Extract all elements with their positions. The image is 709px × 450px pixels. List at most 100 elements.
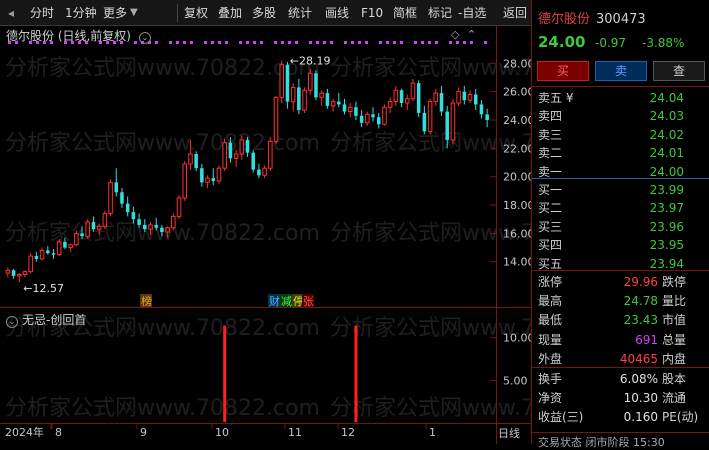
date-tick-label: 1 <box>429 426 436 439</box>
bid-price: 23.95 <box>649 238 684 253</box>
price-tick-label: 14.00 <box>503 256 531 269</box>
watermark-text: 分析家公式网www.70822.com <box>330 316 531 341</box>
watermark-text: 分析家公式网www.70822.com <box>5 56 320 81</box>
buy-button[interactable]: 买 <box>537 61 589 81</box>
toolbar-back[interactable]: 返回 <box>503 5 527 21</box>
stat-row: 外盘 40465 内盘 <box>538 351 706 367</box>
candle <box>200 163 204 187</box>
candle <box>462 86 467 105</box>
candle <box>376 112 381 129</box>
toolbar-statistics[interactable]: 统计 <box>288 5 312 21</box>
candle <box>473 88 478 111</box>
candle <box>302 87 307 113</box>
candle <box>171 213 176 231</box>
indicator-tick-label: 5.00 <box>503 374 528 387</box>
chart-title: 德尔股份 (日线,前复权) ⌄ <box>6 27 151 44</box>
signal-dot <box>253 41 256 44</box>
candle <box>257 163 261 179</box>
candle <box>371 107 375 122</box>
bid-price: 23.97 <box>649 201 684 216</box>
candle <box>479 100 484 119</box>
diamond-icon[interactable]: ◇ <box>451 28 459 41</box>
toolbar-prev-icon[interactable]: ◂ <box>8 5 14 21</box>
candle <box>216 165 222 184</box>
bid-row[interactable]: 买三 23.96 <box>538 219 698 235</box>
signal-dot <box>449 41 452 44</box>
settings-dropdown-icon[interactable]: ⌄ <box>138 32 151 44</box>
toolbar-intraday[interactable]: 分时 <box>30 5 54 21</box>
chart-title-text: 德尔股份 (日线,前复权) <box>6 29 131 43</box>
ask-row[interactable]: 卖五 ¥ 24.04 <box>538 90 698 106</box>
stock-code: 300473 <box>596 12 646 27</box>
candle <box>467 90 473 104</box>
candle <box>410 78 416 102</box>
price-axis-divider <box>496 26 497 444</box>
event-marker: 减 <box>280 294 292 308</box>
candle <box>273 95 279 145</box>
stat-label-2: 市值 <box>662 313 687 328</box>
sell-button[interactable]: 卖 <box>595 61 647 81</box>
candle <box>222 138 227 172</box>
bid-row[interactable]: 买四 23.95 <box>538 237 698 253</box>
ask-row[interactable]: 卖二 24.01 <box>538 145 698 161</box>
indicator-name: 无忌-创回首 <box>22 313 87 327</box>
ask-price: 24.03 <box>649 109 684 124</box>
stock-header: 德尔股份 300473 <box>538 8 646 27</box>
bid-price: 23.99 <box>649 183 684 197</box>
toolbar-simple-frame[interactable]: 简框 <box>393 5 417 21</box>
signal-dot <box>365 41 368 44</box>
candle <box>211 168 216 186</box>
toolbar-f10[interactable]: F10 <box>361 5 383 21</box>
toolbar-draw-line[interactable]: 画线 <box>325 5 349 21</box>
toolbar-watchlist[interactable]: -自选 <box>458 5 486 21</box>
candle <box>319 90 324 106</box>
query-button[interactable]: 查 <box>653 61 705 81</box>
signal-dot <box>239 41 242 44</box>
bid-label: 买四 <box>538 238 563 253</box>
bid-row[interactable]: 买一 23.99 <box>538 182 698 198</box>
indicator-tick-label: 10.00 <box>503 332 531 345</box>
ask-price: 24.01 <box>649 146 684 161</box>
signal-dot <box>414 41 417 44</box>
signal-dot <box>351 41 354 44</box>
toolbar-1min[interactable]: 1分钟 <box>65 5 97 21</box>
ask-label: 卖三 <box>538 127 563 142</box>
event-marker: 财 <box>268 294 280 308</box>
watermark-text: 分析家公式网www.70822.com <box>5 131 320 156</box>
candle <box>393 86 399 106</box>
candle <box>330 98 336 112</box>
signal-dot <box>470 41 473 44</box>
signal-dot <box>428 41 431 44</box>
bid-row[interactable]: 买二 23.97 <box>538 200 698 216</box>
stat-value: 24.78 <box>623 294 658 309</box>
candle <box>427 98 433 135</box>
stat-label-2: 总量 <box>662 332 687 347</box>
event-marker: 榜 <box>140 294 152 308</box>
stat-label: 换手 <box>538 372 563 386</box>
toolbar-mark[interactable]: 标记 <box>428 5 452 21</box>
toolbar-more[interactable]: 更多 <box>103 5 127 21</box>
quote-panel: 德尔股份 300473 24.00 -0.97 -3.88% 买 卖 查 卖五 ¥… <box>531 0 709 449</box>
candle <box>307 69 313 95</box>
ask-label: 卖一 <box>538 164 563 179</box>
more-dropdown-icon[interactable]: ▼ <box>130 5 138 21</box>
stat-label: 最低 <box>538 313 563 328</box>
watermark-text: 分析家公式网www.70822.com <box>330 56 531 81</box>
candle <box>290 83 296 112</box>
toolbar-multi-stock[interactable]: 多股 <box>252 5 276 21</box>
up-chevron-icon[interactable]: ⌃ <box>467 28 476 41</box>
ask-row[interactable]: 卖三 24.02 <box>538 127 698 143</box>
toolbar-overlay[interactable]: 叠加 <box>218 5 242 21</box>
stat-value: 10.30 <box>623 391 658 406</box>
date-tick-label: 12 <box>341 426 355 439</box>
ask-row[interactable]: 卖四 24.03 <box>538 108 698 124</box>
candle <box>34 251 39 262</box>
toolbar-restore-rights[interactable]: 复权 <box>184 5 208 21</box>
date-tick-label: 11 <box>288 426 302 439</box>
watermark-text: 分析家公式网www.70822.com <box>330 396 531 421</box>
candle <box>297 78 301 115</box>
kline-chart[interactable]: 分析家公式网www.70822.com 分析家公式网www.70822.com 分析… <box>0 26 531 444</box>
candle <box>176 195 182 220</box>
indicator-dropdown-icon[interactable]: ⌄ <box>6 316 18 328</box>
candle <box>108 179 113 217</box>
